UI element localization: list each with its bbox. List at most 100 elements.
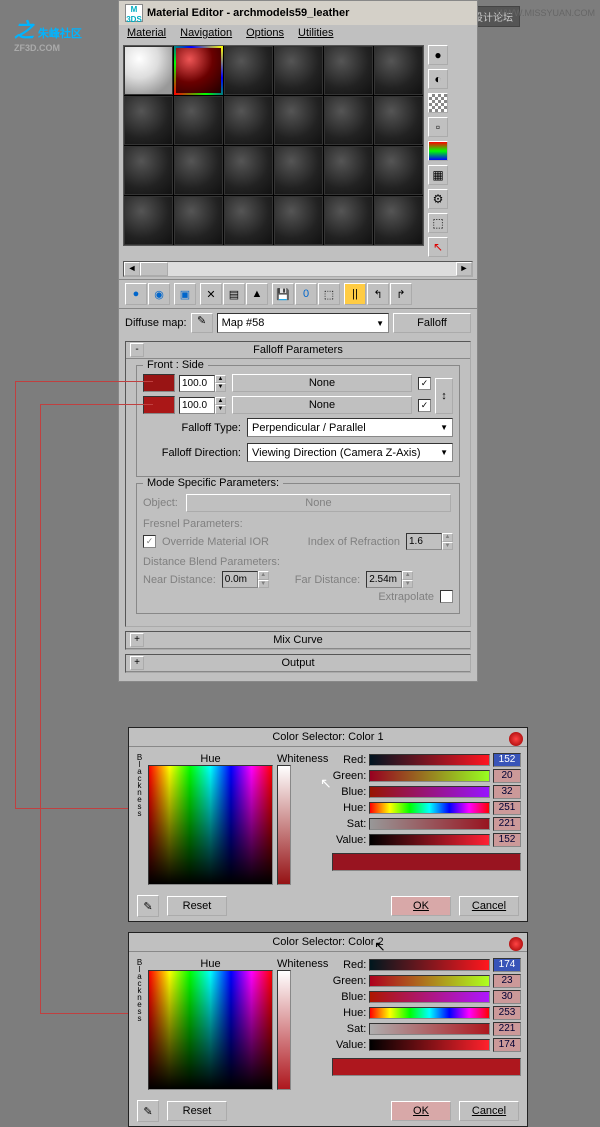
menu-utilities[interactable]: Utilities <box>298 27 333 39</box>
video-color-icon[interactable] <box>428 141 448 161</box>
assign-to-selection-icon[interactable]: ▣ <box>174 283 196 305</box>
expand-icon[interactable]: + <box>130 633 144 647</box>
menu-material[interactable]: Material <box>127 27 166 39</box>
color-sel-titlebar[interactable]: Color Selector: Color 2 <box>129 933 527 952</box>
hue-picker[interactable] <box>148 765 273 885</box>
red-slider[interactable] <box>369 754 490 766</box>
material-slot[interactable] <box>324 196 373 245</box>
collapse-icon[interactable]: - <box>130 343 144 357</box>
material-slot[interactable] <box>174 196 223 245</box>
eyedropper-icon[interactable]: ✎ <box>137 1100 159 1122</box>
green-slider[interactable] <box>369 770 490 782</box>
front-enable-check[interactable]: ✓ <box>418 377 431 390</box>
show-end-result-icon[interactable]: || <box>344 283 366 305</box>
hue-picker[interactable] <box>148 970 273 1090</box>
material-slot[interactable] <box>124 46 173 95</box>
hue-value[interactable]: 253 <box>493 1006 521 1020</box>
sample-type-icon[interactable]: ● <box>428 45 448 65</box>
whiteness-slider[interactable] <box>277 765 291 885</box>
material-slot[interactable] <box>274 96 323 145</box>
blue-slider[interactable] <box>369 991 490 1003</box>
material-map-nav-icon[interactable]: ↖ <box>428 237 448 257</box>
red-value[interactable]: 174 <box>493 958 521 972</box>
material-slot[interactable] <box>374 46 423 95</box>
material-slot[interactable] <box>224 96 273 145</box>
background-icon[interactable] <box>428 93 448 113</box>
map-name-dropdown[interactable]: Map #58▼ <box>217 313 389 333</box>
material-slot[interactable] <box>274 46 323 95</box>
sat-value[interactable]: 221 <box>493 1022 521 1036</box>
material-slot-active[interactable] <box>174 46 223 95</box>
green-value[interactable]: 23 <box>493 974 521 988</box>
cancel-button[interactable]: Cancel <box>459 896 519 916</box>
material-slot[interactable] <box>124 146 173 195</box>
sat-slider[interactable] <box>369 818 490 830</box>
close-icon[interactable] <box>509 732 523 746</box>
blue-slider[interactable] <box>369 786 490 798</box>
red-value[interactable]: 152 <box>493 753 521 767</box>
hue-slider[interactable] <box>369 1007 490 1019</box>
put-to-scene-icon[interactable]: ◉ <box>148 283 170 305</box>
green-slider[interactable] <box>369 975 490 987</box>
falloff-type-dropdown[interactable]: Perpendicular / Parallel▼ <box>247 418 453 437</box>
value-slider[interactable] <box>369 1039 490 1051</box>
make-preview-icon[interactable]: ▦ <box>428 165 448 185</box>
blue-value[interactable]: 30 <box>493 990 521 1004</box>
hue-value[interactable]: 251 <box>493 801 521 815</box>
whiteness-slider[interactable] <box>277 970 291 1090</box>
map-type-button[interactable]: Falloff <box>393 313 471 333</box>
value-value[interactable]: 174 <box>493 1038 521 1052</box>
reset-button[interactable]: Reset <box>167 896 227 916</box>
material-id-icon[interactable]: 0 <box>295 283 317 305</box>
sat-value[interactable]: 221 <box>493 817 521 831</box>
expand-icon[interactable]: + <box>130 656 144 670</box>
scroll-left-icon[interactable]: ◄ <box>124 262 140 276</box>
rollout-header[interactable]: - Falloff Parameters <box>126 342 470 359</box>
material-slot[interactable] <box>174 146 223 195</box>
side-map-button[interactable]: None <box>232 396 412 414</box>
reset-icon[interactable]: ✕ <box>200 283 222 305</box>
hue-slider[interactable] <box>369 802 490 814</box>
material-slot[interactable] <box>324 146 373 195</box>
make-unique-icon[interactable]: ▲ <box>246 283 268 305</box>
material-slot[interactable] <box>274 146 323 195</box>
eyedropper-icon[interactable]: ✎ <box>137 895 159 917</box>
front-map-button[interactable]: None <box>232 374 412 392</box>
material-slot[interactable] <box>224 196 273 245</box>
cancel-button[interactable]: Cancel <box>459 1101 519 1121</box>
front-color-swatch[interactable] <box>143 374 175 392</box>
swap-colors-icon[interactable]: ↕ <box>435 378 453 414</box>
color-sel-titlebar[interactable]: Color Selector: Color 1 <box>129 728 527 747</box>
titlebar[interactable]: M 3DS Material Editor - archmodels59_lea… <box>119 1 477 25</box>
green-value[interactable]: 20 <box>493 769 521 783</box>
falloff-direction-dropdown[interactable]: Viewing Direction (Camera Z-Axis)▼ <box>247 443 453 462</box>
pick-material-icon[interactable]: ✎ <box>191 313 213 333</box>
material-slot[interactable] <box>324 96 373 145</box>
make-copy-icon[interactable]: ▤ <box>223 283 245 305</box>
material-slot[interactable] <box>374 146 423 195</box>
rollout-header[interactable]: + Mix Curve <box>126 632 470 649</box>
get-material-icon[interactable]: ● <box>125 283 147 305</box>
value-value[interactable]: 152 <box>493 833 521 847</box>
front-amount-spinner[interactable]: ▲▼ <box>179 375 226 392</box>
horizontal-scrollbar[interactable]: ◄ ► <box>123 261 473 277</box>
blue-value[interactable]: 32 <box>493 785 521 799</box>
material-slot[interactable] <box>124 96 173 145</box>
material-slot[interactable] <box>224 46 273 95</box>
sat-slider[interactable] <box>369 1023 490 1035</box>
ok-button[interactable]: OK <box>391 1101 451 1121</box>
options-icon[interactable]: ⚙ <box>428 189 448 209</box>
material-slot[interactable] <box>124 196 173 245</box>
sample-uv-icon[interactable]: ▫ <box>428 117 448 137</box>
material-slot[interactable] <box>374 196 423 245</box>
select-by-material-icon[interactable]: ⬚ <box>428 213 448 233</box>
ok-button[interactable]: OK <box>391 896 451 916</box>
side-enable-check[interactable]: ✓ <box>418 399 431 412</box>
menu-navigation[interactable]: Navigation <box>180 27 232 39</box>
scroll-thumb[interactable] <box>140 262 168 276</box>
material-slot[interactable] <box>174 96 223 145</box>
rollout-header[interactable]: + Output <box>126 655 470 672</box>
side-color-swatch[interactable] <box>143 396 175 414</box>
go-to-sibling-icon[interactable]: ↱ <box>390 283 412 305</box>
value-slider[interactable] <box>369 834 490 846</box>
